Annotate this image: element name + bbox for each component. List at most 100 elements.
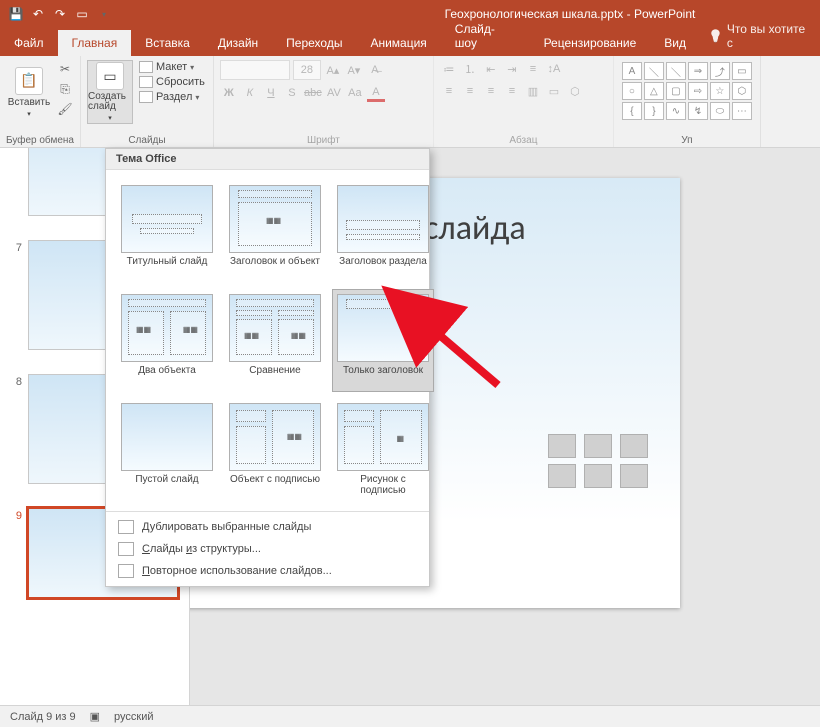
redo-icon[interactable]: ↷ (52, 6, 68, 22)
shape-rrect-icon[interactable]: ▢ (666, 82, 686, 100)
bullets-icon[interactable]: ≔ (440, 60, 458, 78)
tab-animations[interactable]: Анимация (356, 30, 440, 56)
shape-line2-icon[interactable]: ＼ (666, 62, 686, 80)
shadow-button[interactable]: S (283, 84, 301, 102)
tab-review[interactable]: Рецензирование (530, 30, 651, 56)
justify-icon[interactable]: ≡ (503, 82, 521, 100)
layout-two-content[interactable]: ▦▦ ▦▦ Два объекта (116, 289, 218, 392)
text-direction-icon[interactable]: ↕A (545, 60, 563, 78)
spacing-button[interactable]: AV (325, 84, 343, 102)
reset-button[interactable]: Сбросить (137, 75, 207, 89)
font-color-button[interactable]: A (367, 84, 385, 102)
content-placeholder-icons[interactable] (548, 434, 650, 488)
undo-icon[interactable]: ↶ (30, 6, 46, 22)
paste-button[interactable]: 📋 Вставить ▾ (6, 60, 52, 124)
shape-arrow-icon[interactable]: ⇒ (688, 62, 708, 80)
shape-free-icon[interactable]: ↯ (688, 102, 708, 120)
tab-slideshow[interactable]: Слайд-шоу (441, 16, 530, 56)
group-font-label: Шрифт (220, 133, 427, 146)
shape-more-icon[interactable]: ⋯ (732, 102, 752, 120)
layout-content-caption[interactable]: ▦▦ Объект с подписью (224, 398, 326, 501)
smartart-icon[interactable]: ⬡ (566, 82, 584, 100)
layout-thumb (121, 185, 213, 253)
shape-star-icon[interactable]: ☆ (710, 82, 730, 100)
align-left-icon[interactable]: ≡ (440, 82, 458, 100)
layout-section-header[interactable]: Заголовок раздела (332, 180, 434, 283)
reuse-slides-item[interactable]: Повторное использование слайдов... (106, 560, 429, 582)
group-paragraph-label: Абзац (440, 133, 607, 146)
layout-title-only[interactable]: Только заголовок (332, 289, 434, 392)
shape-brace-icon[interactable]: { (622, 102, 642, 120)
shape-tri-icon[interactable]: △ (644, 82, 664, 100)
insert-smartart-icon[interactable] (620, 434, 648, 458)
tab-transitions[interactable]: Переходы (272, 30, 356, 56)
slide-counter[interactable]: Слайд 9 из 9 (10, 711, 76, 723)
slides-from-outline-item[interactable]: Слайды из структуры... (106, 538, 429, 560)
align-right-icon[interactable]: ≡ (482, 82, 500, 100)
spell-check-icon[interactable]: ▣ (90, 710, 100, 723)
section-button[interactable]: Раздел (137, 90, 207, 104)
shape-text-icon[interactable]: A (622, 62, 642, 80)
start-show-icon[interactable]: ▭ (74, 6, 90, 22)
layout-button[interactable]: Макет (137, 60, 207, 74)
layout-picture-caption[interactable]: ▦ Рисунок с подписью (332, 398, 434, 501)
tab-design[interactable]: Дизайн (204, 30, 272, 56)
italic-button[interactable]: К (241, 84, 259, 102)
duplicate-slides-item[interactable]: Дублировать выбранные слайды (106, 516, 429, 538)
new-slide-layout-menu[interactable]: Тема Office Титульный слайд ▦▦ Заголовок… (105, 148, 430, 587)
insert-table-icon[interactable] (548, 434, 576, 458)
line-spacing-icon[interactable]: ≡ (524, 60, 542, 78)
layout-label: Рисунок с подписью (337, 474, 429, 496)
shape-line-icon[interactable]: ＼ (644, 62, 664, 80)
align-text-icon[interactable]: ▭ (545, 82, 563, 100)
tab-view[interactable]: Вид (650, 30, 700, 56)
ribbon-tabs: Файл Главная Вставка Дизайн Переходы Ани… (0, 28, 820, 56)
layout-comparison[interactable]: ▦▦ ▦▦ Сравнение (224, 289, 326, 392)
save-icon[interactable]: 💾 (8, 6, 24, 22)
decrease-font-icon[interactable]: A▾ (345, 61, 363, 79)
insert-chart-icon[interactable] (584, 434, 612, 458)
shape-arrow2-icon[interactable]: ⇨ (688, 82, 708, 100)
shape-rect-icon[interactable]: ▭ (732, 62, 752, 80)
underline-button[interactable]: Ч (262, 84, 280, 102)
tab-insert[interactable]: Вставка (131, 30, 204, 56)
indent-inc-icon[interactable]: ⇥ (503, 60, 521, 78)
increase-font-icon[interactable]: A▴ (324, 61, 342, 79)
shapes-gallery[interactable]: A＼＼⇒⤴▭ ○△▢⇨☆⬡ {}∿↯⬭⋯ (620, 60, 754, 122)
tell-me[interactable]: Что вы хотите с (700, 22, 820, 56)
tab-home[interactable]: Главная (58, 30, 132, 56)
group-slides-label: Слайды (87, 133, 207, 146)
numbering-icon[interactable]: ⒈ (461, 60, 479, 78)
shape-oval-icon[interactable]: ○ (622, 82, 642, 100)
format-painter-icon[interactable]: 🖌 (56, 100, 74, 118)
new-slide-button[interactable]: ▭ Создать слайд ▾ (87, 60, 133, 124)
shape-conn-icon[interactable]: ⤴ (710, 62, 730, 80)
section-label: Раздел (156, 91, 192, 103)
layout-blank[interactable]: Пустой слайд (116, 398, 218, 501)
strike-button[interactable]: abc (304, 84, 322, 102)
copy-icon[interactable]: ⎘ (56, 80, 74, 98)
layout-thumb (337, 294, 429, 362)
layout-title-slide[interactable]: Титульный слайд (116, 180, 218, 283)
insert-online-pic-icon[interactable] (584, 464, 612, 488)
layout-title-content[interactable]: ▦▦ Заголовок и объект (224, 180, 326, 283)
shape-hex-icon[interactable]: ⬡ (732, 82, 752, 100)
font-name-combo[interactable] (220, 60, 290, 80)
tab-file[interactable]: Файл (0, 30, 58, 56)
clear-format-icon[interactable]: A̶ (366, 61, 384, 79)
qat-more-icon[interactable] (96, 6, 112, 22)
insert-picture-icon[interactable] (548, 464, 576, 488)
shape-curve-icon[interactable]: ∿ (666, 102, 686, 120)
language-label[interactable]: русский (114, 711, 153, 723)
shape-callout-icon[interactable]: ⬭ (710, 102, 730, 120)
columns-icon[interactable]: ▥ (524, 82, 542, 100)
insert-video-icon[interactable] (620, 464, 648, 488)
status-bar: Слайд 9 из 9 ▣ русский (0, 705, 820, 727)
case-button[interactable]: Aa (346, 84, 364, 102)
bold-button[interactable]: Ж (220, 84, 238, 102)
shape-brace2-icon[interactable]: } (644, 102, 664, 120)
align-center-icon[interactable]: ≡ (461, 82, 479, 100)
indent-dec-icon[interactable]: ⇤ (482, 60, 500, 78)
font-size-combo[interactable]: 28 (293, 60, 321, 80)
cut-icon[interactable]: ✂ (56, 60, 74, 78)
